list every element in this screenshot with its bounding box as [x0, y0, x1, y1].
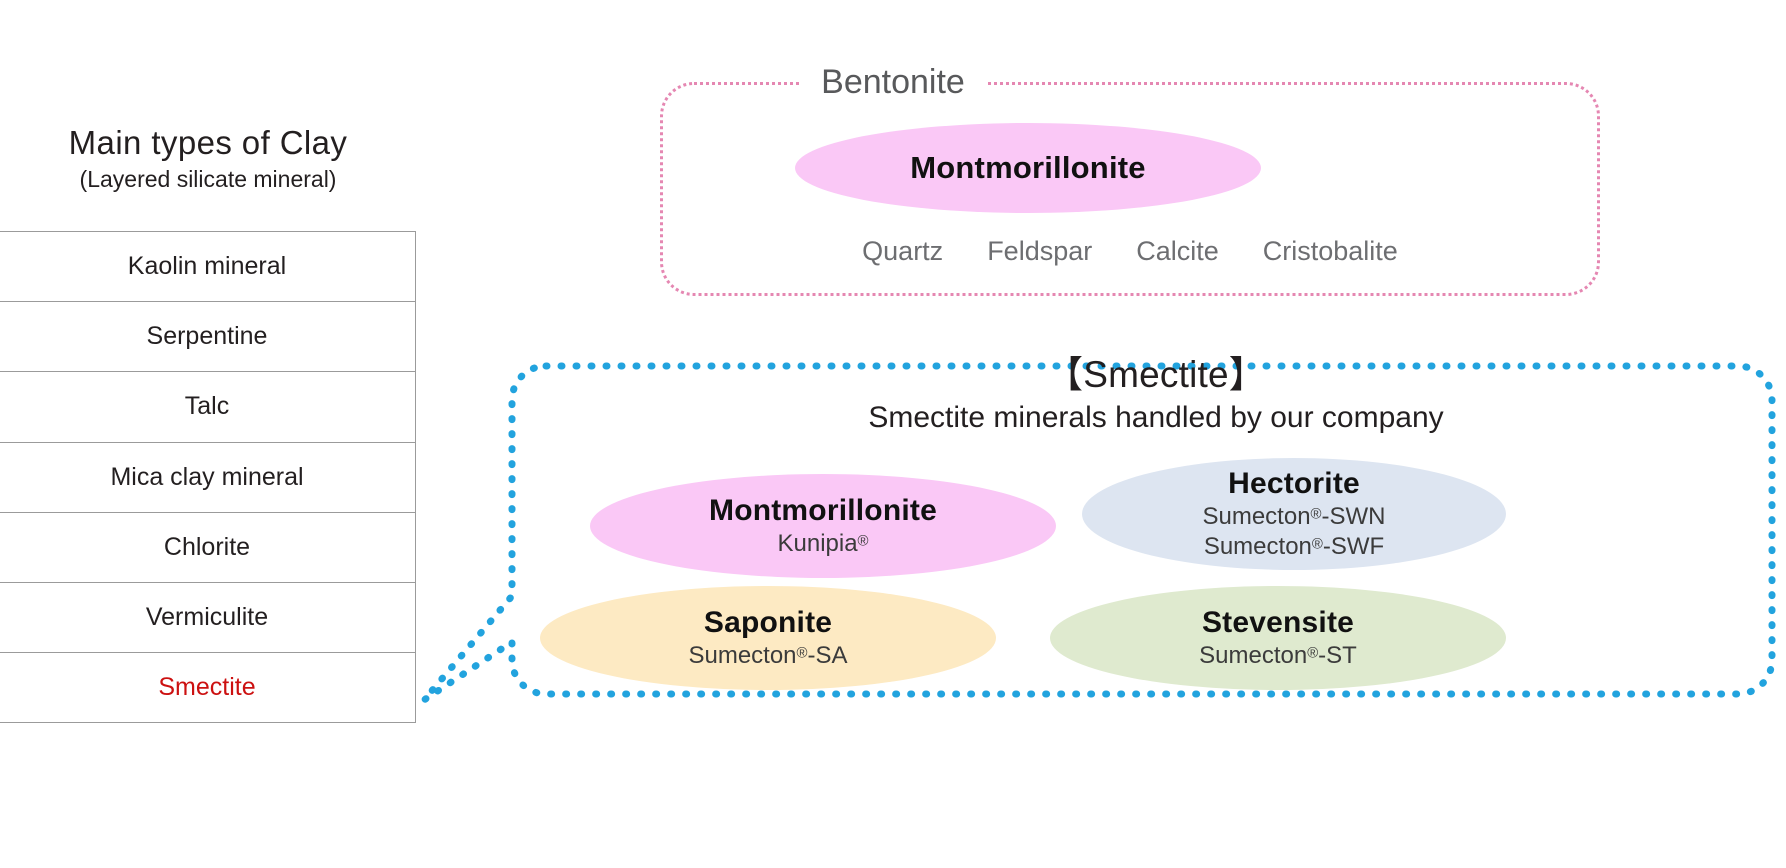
page-subtitle: (Layered silicate mineral)	[79, 166, 337, 192]
clay-types-table: Kaolin mineral Serpentine Talc Mica clay…	[0, 230, 416, 724]
accessory-mineral-calcite: Calcite	[1136, 236, 1219, 266]
smectite-heading-title: 【Smectite】	[1046, 354, 1266, 395]
smectite-hectorite-ellipse: Hectorite Sumecton®-SWN Sumecton®-SWF	[1082, 458, 1506, 570]
clay-types-table-body: Kaolin mineral Serpentine Talc Mica clay…	[0, 230, 416, 724]
table-row[interactable]: Serpentine	[0, 301, 416, 373]
smectite-saponite-label: Saponite	[703, 606, 833, 639]
smectite-stevensite-brand-1: Sumecton®-ST	[1199, 642, 1357, 669]
smectite-saponite-brand-1: Sumecton®-SA	[688, 642, 848, 669]
table-row[interactable]: Chlorite	[0, 511, 416, 583]
smectite-stevensite-ellipse: Stevensite Sumecton®-ST	[1050, 586, 1506, 690]
smectite-montmorillonite-brand-1: Kunipia®	[777, 530, 869, 557]
bentonite-accessory-mineral-list: Quartz Feldspar Calcite Cristobalite	[660, 236, 1600, 267]
smectite-montmorillonite-label: Montmorillonite	[709, 494, 937, 527]
table-row[interactable]: Smectite	[0, 652, 416, 724]
bentonite-montmorillonite-ellipse: Montmorillonite	[795, 123, 1261, 213]
smectite-hectorite-label: Hectorite	[1228, 467, 1360, 500]
accessory-mineral-feldspar: Feldspar	[987, 236, 1093, 266]
page-title: Main types of Clay	[68, 124, 348, 161]
accessory-mineral-quartz: Quartz	[862, 236, 944, 266]
smectite-saponite-ellipse: Saponite Sumecton®-SA	[540, 586, 996, 690]
smectite-hectorite-brand-2: Sumecton®-SWF	[1203, 533, 1385, 560]
accessory-mineral-cristobalite: Cristobalite	[1262, 236, 1398, 266]
clay-title-block: Main types of Clay (Layered silicate min…	[0, 122, 416, 194]
clay-type-cell-kaolin-mineral[interactable]: Kaolin mineral	[0, 230, 416, 303]
table-row[interactable]: Vermiculite	[0, 581, 416, 654]
smectite-stevensite-label: Stevensite	[1201, 606, 1355, 639]
table-row[interactable]: Kaolin mineral	[0, 230, 416, 303]
clay-type-cell-talc[interactable]: Talc	[0, 371, 416, 443]
clay-type-cell-chlorite[interactable]: Chlorite	[0, 511, 416, 583]
clay-type-cell-serpentine[interactable]: Serpentine	[0, 301, 416, 373]
clay-type-cell-vermiculite[interactable]: Vermiculite	[0, 581, 416, 654]
smectite-hectorite-brand-1: Sumecton®-SWN	[1202, 503, 1386, 530]
smectite-montmorillonite-ellipse: Montmorillonite Kunipia®	[590, 474, 1056, 578]
bentonite-group-label: Bentonite	[799, 62, 987, 102]
table-row[interactable]: Mica clay mineral	[0, 441, 416, 513]
clay-type-cell-mica-clay-mineral[interactable]: Mica clay mineral	[0, 441, 416, 513]
clay-type-cell-smectite[interactable]: Smectite	[0, 652, 416, 724]
table-row[interactable]: Talc	[0, 371, 416, 443]
smectite-heading-block: 【Smectite】 Smectite minerals handled by …	[540, 352, 1772, 438]
bentonite-montmorillonite-label: Montmorillonite	[910, 150, 1146, 185]
smectite-heading-subtitle: Smectite minerals handled by our company	[868, 401, 1444, 434]
